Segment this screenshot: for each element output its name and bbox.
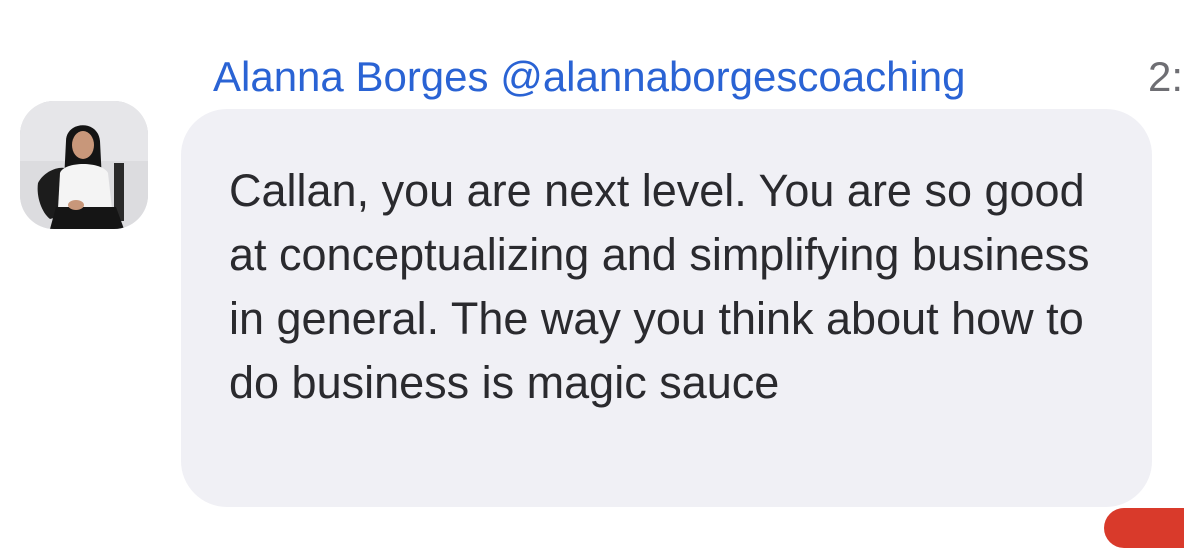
avatar[interactable] bbox=[20, 101, 148, 229]
sender-name[interactable]: Alanna Borges @alannaborgescoaching bbox=[213, 49, 966, 105]
message-timestamp: 2: bbox=[1148, 53, 1184, 100]
chat-message: Alanna Borges @alannaborgescoaching 2: C… bbox=[0, 0, 1184, 548]
sender-name-text[interactable]: Alanna Borges @alannaborgescoaching bbox=[213, 53, 966, 100]
profile-photo-icon bbox=[20, 101, 148, 229]
message-text: Callan, you are next level. You are so g… bbox=[229, 165, 1090, 408]
reaction-badge[interactable] bbox=[1104, 508, 1184, 548]
message-bubble[interactable]: Callan, you are next level. You are so g… bbox=[181, 109, 1152, 507]
